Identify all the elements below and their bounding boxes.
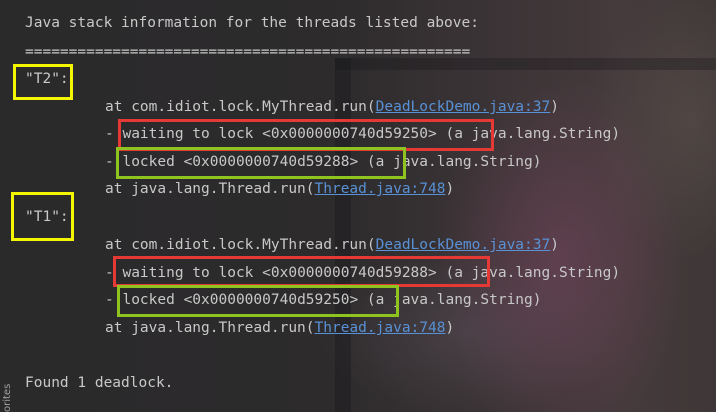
stack-frame-t2-run: at com.idiot.lock.MyThread.run(DeadLockD… bbox=[105, 98, 559, 116]
frame-text: at java.lang.Thread.run( bbox=[105, 181, 315, 197]
source-link-thread[interactable]: Thread.java:748 bbox=[315, 181, 446, 197]
stack-frame-t2-thread-run: at java.lang.Thread.run(Thread.java:748) bbox=[105, 180, 454, 198]
stack-frame-t1-run: at com.idiot.lock.MyThread.run(DeadLockD… bbox=[105, 236, 559, 254]
stack-info-header: Java stack information for the threads l… bbox=[25, 15, 479, 31]
favorites-side-tab[interactable]: orites bbox=[0, 372, 14, 412]
source-link-deadlockdemo[interactable]: DeadLockDemo.java:37 bbox=[376, 237, 551, 253]
console-output: Java stack information for the threads l… bbox=[0, 0, 716, 412]
thread-t2-highlight-box bbox=[13, 64, 73, 100]
source-link-thread[interactable]: Thread.java:748 bbox=[315, 320, 446, 336]
t1-waiting-highlight-box bbox=[113, 256, 490, 287]
source-link-deadlockdemo[interactable]: DeadLockDemo.java:37 bbox=[376, 99, 551, 115]
frame-text: at com.idiot.lock.MyThread.run( bbox=[105, 99, 376, 115]
t1-locked-highlight-box bbox=[117, 285, 399, 317]
frame-text: at java.lang.Thread.run( bbox=[105, 320, 315, 336]
thread-t1-highlight-box bbox=[11, 192, 74, 241]
frame-text: ) bbox=[550, 99, 559, 115]
frame-text: ) bbox=[445, 181, 455, 197]
favorites-side-tab-label: orites bbox=[2, 383, 13, 412]
frame-text: ) bbox=[445, 320, 455, 336]
stack-frame-t1-thread-run: at java.lang.Thread.run(Thread.java:748) bbox=[105, 319, 454, 337]
separator-line: ========================================… bbox=[25, 44, 471, 60]
t2-locked-highlight-box bbox=[116, 147, 406, 179]
frame-text: at com.idiot.lock.MyThread.run( bbox=[105, 237, 376, 253]
frame-text: ) bbox=[550, 237, 559, 253]
deadlock-summary: Found 1 deadlock. bbox=[25, 375, 174, 391]
